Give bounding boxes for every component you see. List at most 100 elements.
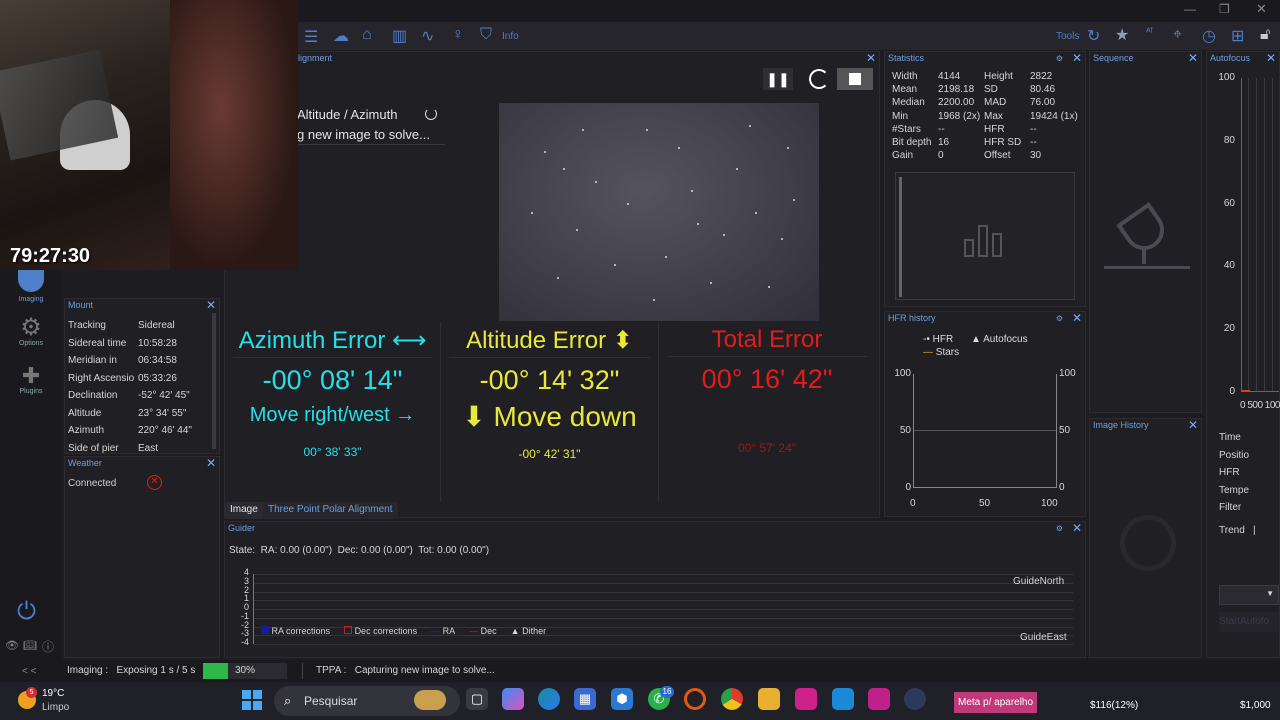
stats-label: #Stars xyxy=(892,123,921,135)
copilot-icon[interactable] xyxy=(502,688,524,710)
autofocus-select[interactable]: ▼ xyxy=(1219,585,1279,605)
imaging-status: Imaging : Exposing 1 s / 5 s xyxy=(67,665,196,676)
guider-title: Guider xyxy=(228,523,256,533)
person-shape xyxy=(170,0,298,270)
trend-value: | xyxy=(1253,525,1256,536)
star xyxy=(780,238,783,241)
altitude-sub: -00° 42' 31" xyxy=(518,447,581,461)
stats-value: 1968 (2x) xyxy=(938,110,981,122)
altitude-column: Altitude Error ⬍ -00° 14' 32" ⬇ Move dow… xyxy=(441,322,659,502)
weather-title: Weather xyxy=(68,458,102,468)
pause-button[interactable]: ❚❚ xyxy=(763,68,793,90)
guider-gridline xyxy=(254,574,1073,575)
tick-label: 100 xyxy=(1041,498,1058,509)
tick-label: 50 xyxy=(979,498,991,509)
weather-widget[interactable]: 5 19°C Limpo xyxy=(16,686,86,716)
tab-tppa[interactable]: Three Point Polar Alignment xyxy=(263,502,398,519)
tick-label: 0 xyxy=(905,482,911,493)
loading-icon xyxy=(809,69,829,89)
edge-icon[interactable] xyxy=(538,688,560,710)
legend-dec: — Dec xyxy=(469,626,497,636)
chrome-icon[interactable] xyxy=(721,688,743,710)
maximize-button[interactable]: ❐ xyxy=(1219,2,1230,16)
collapse-button[interactable]: < < xyxy=(22,666,36,677)
legend-ra-corrections-label: RA corrections xyxy=(271,626,331,636)
close-icon[interactable]: ✕ xyxy=(866,52,876,64)
close-window-button[interactable]: ✕ xyxy=(1256,1,1267,17)
sequencer-icon[interactable]: ∿ xyxy=(421,26,434,46)
star-image xyxy=(499,103,819,321)
azimuth-sub: 00° 38' 33" xyxy=(303,445,362,459)
mount-row-label: Tracking xyxy=(68,320,106,331)
store-icon[interactable]: ▦ xyxy=(574,688,596,710)
settings-icon[interactable]: ⚙ xyxy=(1056,54,1063,63)
tools-label[interactable]: Tools xyxy=(1056,31,1079,42)
bulb-icon[interactable]: ♀ xyxy=(452,26,464,44)
azimuth-move: Move right/west → xyxy=(249,404,416,426)
settings-icon[interactable]: ⚙ xyxy=(1056,524,1063,533)
close-icon[interactable]: ✕ xyxy=(1072,52,1082,64)
stats-value: 2200.00 xyxy=(938,97,975,109)
info-icon[interactable]: ⓘ xyxy=(42,638,54,655)
book-icon[interactable]: 📖︎ xyxy=(23,639,37,652)
shield-icon[interactable]: ⛉ xyxy=(480,26,492,44)
focus-icon[interactable]: ᴬᶠ xyxy=(1146,27,1153,38)
folder-icon[interactable] xyxy=(758,688,780,710)
close-icon[interactable]: ✕ xyxy=(1072,312,1082,324)
nav-imaging[interactable]: Imaging xyxy=(10,270,52,303)
progress-fill xyxy=(203,663,229,679)
eye-icon[interactable]: 👁︎ xyxy=(5,639,19,652)
total-column: Total Error 00° 16' 42" 00° 57' 24" xyxy=(659,322,875,502)
close-icon[interactable]: ✕ xyxy=(206,457,216,469)
close-icon[interactable]: ✕ xyxy=(206,299,216,311)
app-blue-icon[interactable] xyxy=(832,688,854,710)
close-icon[interactable]: ✕ xyxy=(1188,419,1198,431)
star xyxy=(627,203,629,206)
stats-label: HFR xyxy=(984,123,1005,135)
tick-label: 100 xyxy=(1218,72,1235,83)
nav-plugins[interactable]: ✚ Plugins xyxy=(10,364,52,396)
task-view-icon[interactable]: ▢ xyxy=(466,688,488,710)
stats-row: Bit depth 16 HFR SD -- xyxy=(892,136,1082,149)
windows-start-icon[interactable] xyxy=(242,690,262,710)
flat-wizard-icon[interactable]: ▥ xyxy=(392,26,407,46)
origin-icon[interactable] xyxy=(684,688,706,710)
nav-options[interactable]: ⚙ Options xyxy=(10,316,52,348)
minimize-button[interactable]: — xyxy=(1184,2,1196,16)
mount-scrollbar[interactable] xyxy=(212,313,216,449)
start-autofocus-label: StartAutofo xyxy=(1219,616,1270,627)
close-icon[interactable]: ✕ xyxy=(1188,52,1198,64)
skyatlas-icon[interactable]: ☁ xyxy=(333,26,349,46)
lock-icon[interactable]: 🔓︎ xyxy=(1260,26,1270,44)
autofocus-y-axis: 100 80 60 40 20 0 xyxy=(1207,72,1237,397)
power-icon[interactable]: ⏻ xyxy=(17,598,36,626)
grid-icon[interactable]: ⊞ xyxy=(1231,26,1244,46)
progress-text: 30% xyxy=(235,665,256,676)
start-autofocus-button[interactable]: StartAutofo xyxy=(1219,612,1279,632)
crosshair-icon[interactable]: ⌖ xyxy=(1173,26,1182,44)
taskbar-search[interactable]: ⌕ Pesquisar xyxy=(274,686,460,716)
stats-label: HFR SD xyxy=(984,137,1022,149)
stats-value: 4144 xyxy=(938,71,961,82)
tick-label: 0 xyxy=(1059,482,1065,493)
stop-button[interactable] xyxy=(837,68,873,90)
status-divider xyxy=(293,144,445,145)
nina-icon[interactable] xyxy=(904,688,926,710)
settings-icon[interactable]: ⚙ xyxy=(1056,314,1063,323)
tab-image[interactable]: Image xyxy=(225,502,263,519)
refresh-icon[interactable]: ↻ xyxy=(1087,26,1100,46)
framing-icon[interactable]: ⌂ xyxy=(362,26,372,44)
mount-panel: Mount ✕ Tracking Sidereal Sidereal time 10:… xyxy=(64,298,220,454)
equipment-icon[interactable]: ☰ xyxy=(304,27,318,47)
star xyxy=(678,146,681,149)
statistics-panel: Statistics ⚙ ✕ Width 4144 Height 2822 Mean 21… xyxy=(884,51,1086,307)
app-magenta-icon[interactable] xyxy=(868,688,890,710)
vpn-icon[interactable]: ⬢ xyxy=(611,688,633,710)
close-icon[interactable]: ✕ xyxy=(1266,52,1276,64)
info-tab[interactable]: Info xyxy=(502,31,519,42)
close-icon[interactable]: ✕ xyxy=(1072,522,1082,534)
app-pink-icon[interactable] xyxy=(795,688,817,710)
star-icon[interactable]: ★ xyxy=(1115,25,1129,45)
history-icon[interactable]: ◷ xyxy=(1202,26,1216,46)
mount-rows: Tracking Sidereal Sidereal time 10:58:28 Mer… xyxy=(68,317,208,457)
